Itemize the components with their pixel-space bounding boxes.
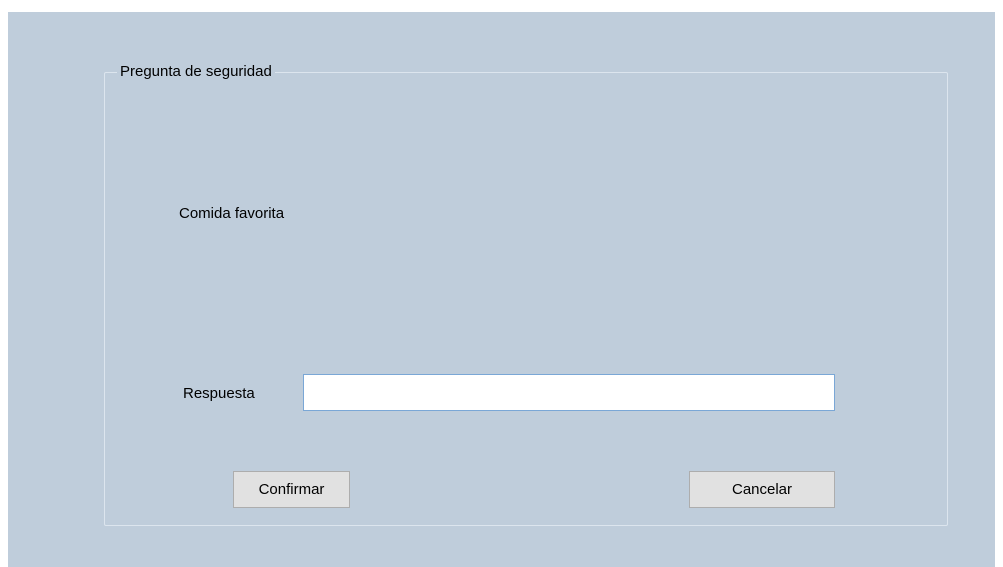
answer-label: Respuesta bbox=[183, 385, 255, 402]
security-question-groupbox: Pregunta de seguridad Comida favorita Re… bbox=[104, 63, 948, 526]
dialog-window: Pregunta de seguridad Comida favorita Re… bbox=[8, 12, 995, 567]
answer-input[interactable] bbox=[303, 374, 835, 411]
groupbox-title: Pregunta de seguridad bbox=[117, 63, 275, 81]
question-label: Comida favorita bbox=[179, 205, 285, 222]
confirm-button[interactable]: Confirmar bbox=[233, 471, 350, 508]
cancel-button[interactable]: Cancelar bbox=[689, 471, 835, 508]
